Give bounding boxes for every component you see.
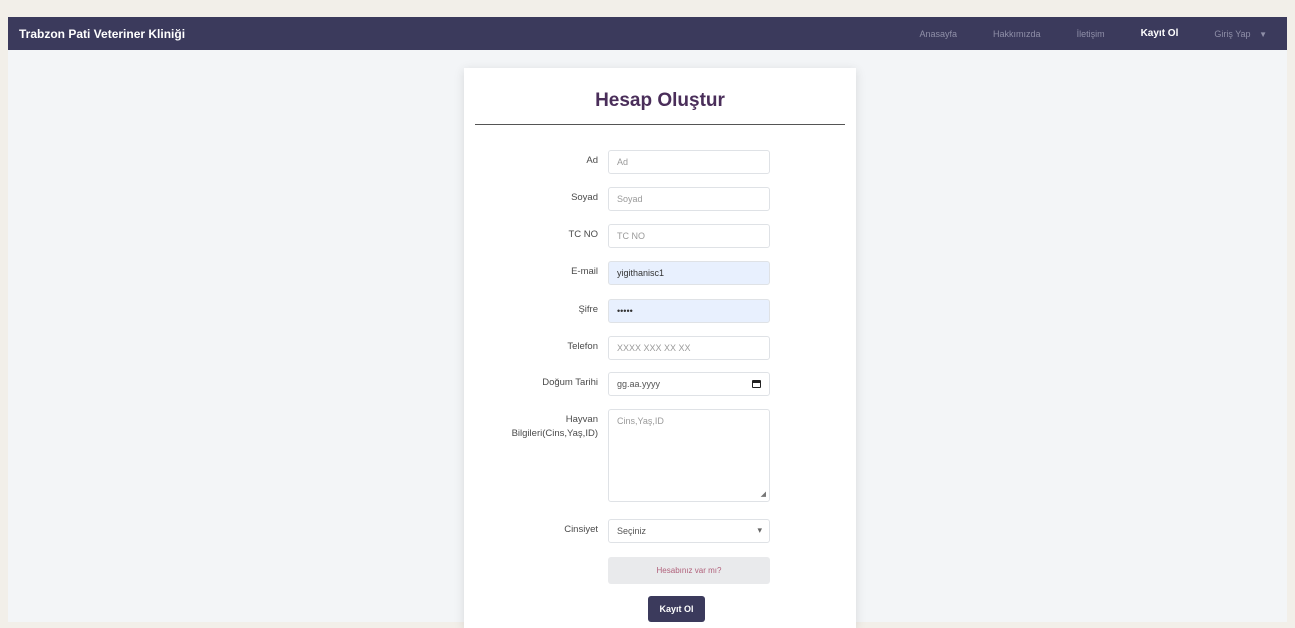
- hayvan-label-line1: Hayvan: [565, 414, 598, 425]
- hayvan-label-line2: Bilgileri(Cins,Yaş,ID): [511, 428, 598, 439]
- register-button[interactable]: Kayıt Ol: [648, 596, 705, 622]
- nav-link-about[interactable]: Hakkımızda: [993, 29, 1041, 39]
- email-label: E-mail: [571, 266, 598, 277]
- nav-link-home[interactable]: Anasayfa: [920, 29, 958, 39]
- hayvan-label: Hayvan Bilgileri(Cins,Yaş,ID): [512, 413, 598, 441]
- cinsiyet-select[interactable]: Seçiniz ▾: [608, 519, 770, 543]
- nav-link-register[interactable]: Kayıt Ol: [1141, 28, 1179, 39]
- sifre-value: •••••: [617, 306, 633, 316]
- hayvan-placeholder: Cins,Yaş,ID: [617, 416, 664, 426]
- sifre-input[interactable]: •••••: [608, 299, 770, 323]
- telefon-placeholder: XXXX XXX XX XX: [617, 343, 691, 353]
- page: Trabzon Pati Veteriner Kliniği Anasayfa …: [8, 17, 1287, 628]
- tc-placeholder: TC NO: [617, 231, 645, 241]
- nav-links: Anasayfa Hakkımızda İletişim Kayıt Ol Gi…: [884, 28, 1267, 39]
- dogum-input[interactable]: gg.aa.yyyy: [608, 372, 770, 396]
- telefon-label: Telefon: [567, 341, 598, 352]
- soyad-placeholder: Soyad: [617, 194, 643, 204]
- chevron-down-icon: ▾: [757, 525, 762, 535]
- email-value: yigithanisc1: [617, 268, 665, 278]
- brand-title[interactable]: Trabzon Pati Veteriner Kliniği: [19, 27, 185, 41]
- ad-label: Ad: [586, 155, 598, 166]
- email-input[interactable]: yigithanisc1: [608, 261, 770, 285]
- caret-down-icon: ▼: [1259, 29, 1267, 39]
- soyad-label: Soyad: [571, 192, 598, 203]
- hayvan-textarea[interactable]: Cins,Yaş,ID ◢: [608, 409, 770, 502]
- ad-input[interactable]: Ad: [608, 150, 770, 174]
- resize-handle-icon[interactable]: ◢: [761, 490, 766, 498]
- login-link[interactable]: Hesabınız var mı?: [608, 557, 770, 584]
- cinsiyet-label: Cinsiyet: [564, 524, 598, 535]
- tc-label: TC NO: [568, 229, 598, 240]
- register-card: Hesap Oluştur Ad Ad Soyad Soyad TC NO TC…: [464, 68, 856, 628]
- telefon-input[interactable]: XXXX XXX XX XX: [608, 336, 770, 360]
- sifre-label: Şifre: [578, 304, 598, 315]
- cinsiyet-selected: Seçiniz: [617, 526, 647, 536]
- tc-input[interactable]: TC NO: [608, 224, 770, 248]
- dogum-label: Doğum Tarihi: [542, 377, 598, 388]
- calendar-icon[interactable]: [752, 380, 761, 388]
- nav-link-login-label: Giriş Yap: [1214, 28, 1251, 39]
- soyad-input[interactable]: Soyad: [608, 187, 770, 211]
- nav-link-login-dropdown[interactable]: Giriş Yap ▼: [1214, 29, 1267, 39]
- ad-placeholder: Ad: [617, 157, 629, 167]
- form-title: Hesap Oluştur: [595, 90, 725, 111]
- nav-link-contact[interactable]: İletişim: [1077, 29, 1105, 39]
- title-divider: [475, 124, 845, 125]
- navbar: Trabzon Pati Veteriner Kliniği Anasayfa …: [8, 17, 1287, 50]
- dogum-value: gg.aa.yyyy: [617, 379, 661, 389]
